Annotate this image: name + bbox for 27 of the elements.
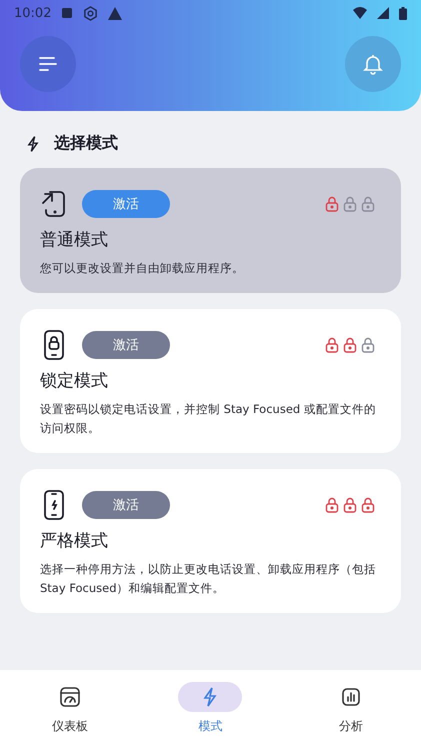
mode-card[interactable]: 激活 锁定模式 设置密码以锁定电话设置，并控制 Stay Focused 或配置文件的访问权限。 [20, 309, 401, 454]
hexagon-icon [83, 6, 98, 20]
bell-icon [363, 53, 383, 75]
menu-icon [38, 56, 58, 72]
mode-description: 您可以更改设置并自由卸载应用程序。 [40, 260, 245, 277]
mode-description: 选择一种停用方法，以防止更改电话设置、卸载应用程序（包括 Stay Focused）和编辑配置文件。 [40, 561, 377, 597]
nav-tab[interactable]: 仪表板 [30, 682, 110, 735]
battery-icon [399, 6, 407, 20]
status-time: 10:02 [14, 6, 52, 20]
mode-title: 锁定模式 [40, 370, 109, 392]
section-title: 选择模式 [54, 133, 118, 154]
gauge-icon [59, 686, 82, 708]
activate-button[interactable]: 激活 [82, 491, 170, 520]
chart-icon [340, 686, 362, 708]
wifi-icon [353, 7, 367, 19]
phone-arrow-icon [40, 188, 68, 220]
activate-button[interactable]: 激活 [82, 190, 170, 218]
mode-title: 严格模式 [40, 530, 109, 552]
activate-button[interactable]: 激活 [82, 331, 170, 360]
nav-tab[interactable]: 模式 [170, 682, 250, 735]
signal-icon [377, 7, 389, 19]
warning-icon [108, 6, 122, 20]
mode-description: 设置密码以锁定电话设置，并控制 Stay Focused 或配置文件的访问权限。 [40, 401, 377, 437]
mode-title: 普通模式 [40, 229, 109, 251]
mode-card[interactable]: 激活 普通模式 您可以更改设置并自由卸载应用程序。 [20, 168, 401, 294]
mode-card[interactable]: 激活 严格模式 选择一种停用方法，以防止更改电话设置、卸载应用程序（包括 Stay Focused）和编辑配置文件。 [20, 469, 401, 613]
nav-tab[interactable]: 分析 [310, 682, 391, 735]
